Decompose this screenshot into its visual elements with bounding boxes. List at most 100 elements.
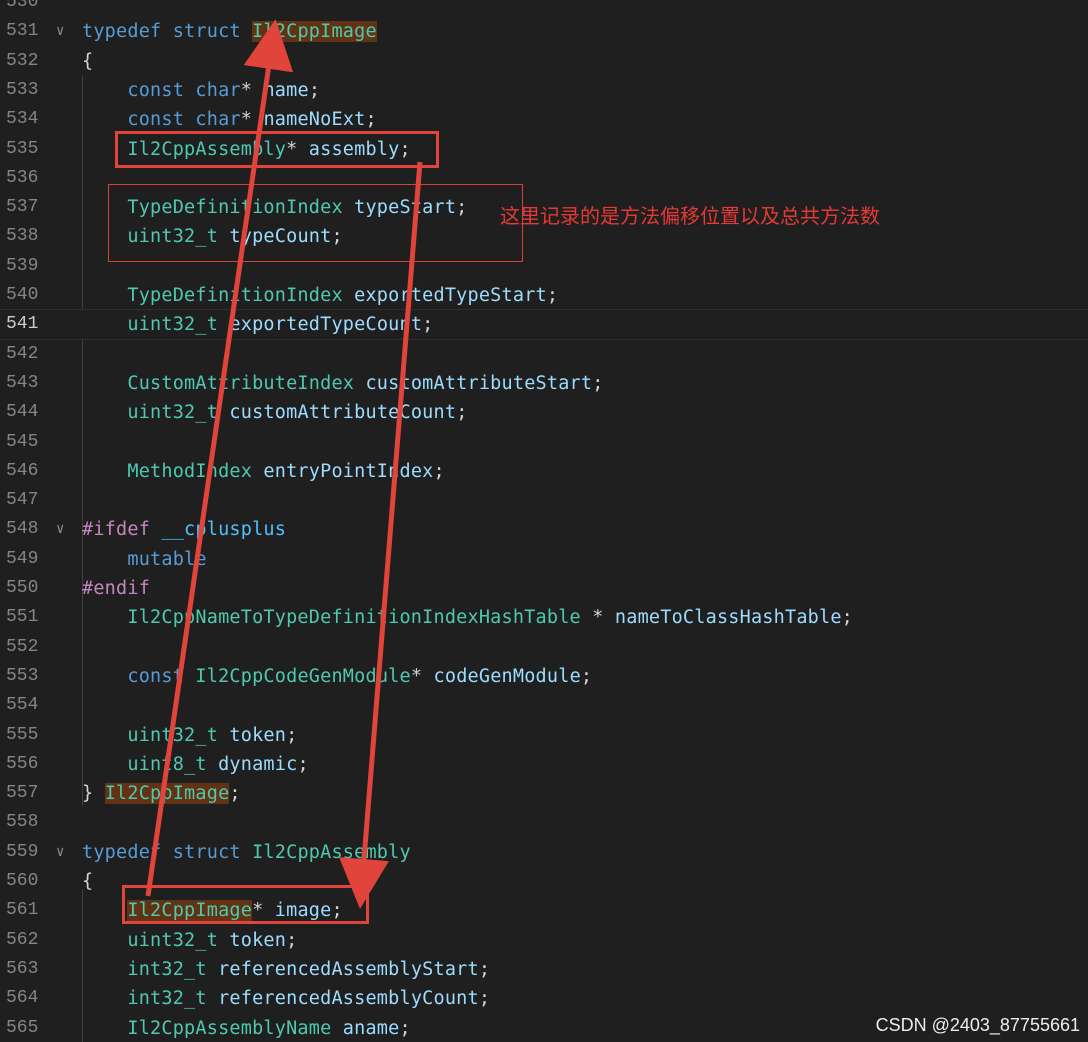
code-token: customAttributeCount	[229, 402, 457, 424]
code-token: assembly	[308, 138, 400, 160]
code-line[interactable]: 550 #endif	[0, 574, 1088, 603]
code-line[interactable]: 556 uint8_t dynamic;	[0, 750, 1088, 779]
code-text: Il2CppImage* image;	[82, 896, 343, 925]
line-number: 546	[6, 460, 39, 481]
code-line[interactable]: 541 uint32_t exportedTypeCount;	[0, 309, 1088, 341]
code-line[interactable]: 530	[0, 0, 1088, 17]
code-token: const	[127, 109, 185, 131]
code-line[interactable]: 531 ∨ typedef struct Il2CppImage	[0, 17, 1088, 46]
fold-chevron-icon[interactable]: ∨	[56, 838, 64, 867]
code-token: uint32_t	[127, 314, 219, 336]
code-line[interactable]: 563 int32_t referencedAssemblyStart;	[0, 955, 1088, 984]
code-line[interactable]: 560 {	[0, 867, 1088, 896]
code-line[interactable]: 532 {	[0, 47, 1088, 76]
code-line[interactable]: 548 ∨ #ifdef __cplusplus	[0, 515, 1088, 544]
code-token: exportedTypeStart	[354, 285, 547, 306]
code-token: uint32_t	[127, 724, 219, 746]
code-text: const char* nameNoExt;	[82, 105, 377, 134]
code-line[interactable]: 553 const Il2CppCodeGenModule* codeGenMo…	[0, 662, 1088, 691]
code-line[interactable]: 558	[0, 808, 1088, 837]
line-number: 535	[6, 138, 39, 159]
watermark: CSDN @2403_87755661	[875, 1015, 1080, 1035]
code-line[interactable]: 562 uint32_t token;	[0, 926, 1088, 955]
code-line[interactable]: 564 int32_t referencedAssemblyCount;	[0, 984, 1088, 1013]
line-number: 561	[6, 900, 39, 921]
code-line[interactable]: 551 Il2CppNameToTypeDefinitionIndexHashT…	[0, 603, 1088, 632]
fold-chevron-icon[interactable]: ∨	[56, 515, 64, 544]
code-line[interactable]: 545	[0, 428, 1088, 457]
code-token: ;	[331, 226, 343, 248]
code-text: uint32_t exportedTypeCount;	[82, 310, 434, 339]
code-line[interactable]: 559 ∨ typedef struct Il2CppAssembly	[0, 838, 1088, 867]
line-number: 532	[6, 50, 39, 71]
code-text: Il2CppAssembly* assembly;	[82, 135, 411, 164]
line-number: 550	[6, 578, 39, 598]
code-text: uint8_t dynamic;	[82, 750, 309, 779]
line-number: 533	[6, 79, 39, 100]
code-line[interactable]: 554	[0, 691, 1088, 720]
code-line[interactable]: 552	[0, 633, 1088, 662]
code-line[interactable]: 555 uint32_t token;	[0, 721, 1088, 750]
code-text: TypeDefinitionIndex typeStart;	[82, 193, 468, 222]
code-line[interactable]: 547	[0, 486, 1088, 515]
code-text: MethodIndex entryPointIndex;	[82, 457, 445, 486]
code-token: uint8_t	[127, 753, 207, 775]
code-line[interactable]: 543 CustomAttributeIndex customAttribute…	[0, 369, 1088, 398]
code-token: MethodIndex	[127, 460, 253, 482]
code-token: CustomAttributeIndex	[127, 372, 355, 394]
code-token: #ifdef	[82, 519, 151, 541]
code-token: Il2CppCodeGenModule	[195, 665, 411, 687]
code-token: Il2CppNameToTypeDefinitionIndexHashTable	[127, 607, 581, 629]
code-token: int32_t	[127, 988, 207, 1010]
code-line[interactable]: 561 Il2CppImage* image;	[0, 896, 1088, 925]
code-token: Il2CppImage	[104, 783, 230, 805]
code-token: char	[195, 79, 241, 101]
code-line[interactable]: 542	[0, 340, 1088, 369]
line-number: 548	[6, 519, 39, 540]
code-line[interactable]: 544 uint32_t customAttributeCount;	[0, 398, 1088, 427]
code-token: *	[286, 138, 309, 160]
code-token: ;	[546, 285, 559, 306]
code-line[interactable]: 533 const char* name;	[0, 76, 1088, 105]
code-text: typedef struct Il2CppAssembly	[82, 838, 411, 867]
code-line[interactable]: 535 Il2CppAssembly* assembly;	[0, 135, 1088, 164]
code-text: mutable	[82, 545, 207, 574]
line-number: 560	[6, 871, 39, 891]
code-line[interactable]: 549 mutable	[0, 545, 1088, 574]
code-token: char	[195, 109, 241, 131]
code-editor[interactable]: 530 531 ∨ typedef struct Il2CppImage 532 {533…	[0, 0, 1088, 1042]
line-number: 541	[6, 314, 39, 335]
fold-chevron-icon[interactable]: ∨	[56, 17, 64, 46]
code-token: ;	[297, 753, 309, 775]
code-line[interactable]: 539	[0, 252, 1088, 281]
code-line[interactable]: 534 const char* nameNoExt;	[0, 105, 1088, 134]
code-line[interactable]: 557} Il2CppImage;	[0, 779, 1088, 808]
code-token: typeCount	[229, 226, 332, 248]
code-token: *	[410, 665, 434, 687]
code-text: const char* name;	[82, 76, 320, 105]
line-number: 556	[6, 753, 39, 774]
line-number: 559	[6, 841, 39, 862]
code-line[interactable]: 536	[0, 164, 1088, 193]
code-line[interactable]: 546 MethodIndex entryPointIndex;	[0, 457, 1088, 486]
line-number: 558	[6, 812, 39, 833]
code-token: ;	[399, 138, 411, 160]
code-line[interactable]: 540 TypeDefinitionIndex exportedTypeStar…	[0, 281, 1088, 310]
line-number: 551	[6, 607, 39, 628]
line-number: 543	[6, 372, 39, 393]
code-token: *	[580, 607, 615, 629]
